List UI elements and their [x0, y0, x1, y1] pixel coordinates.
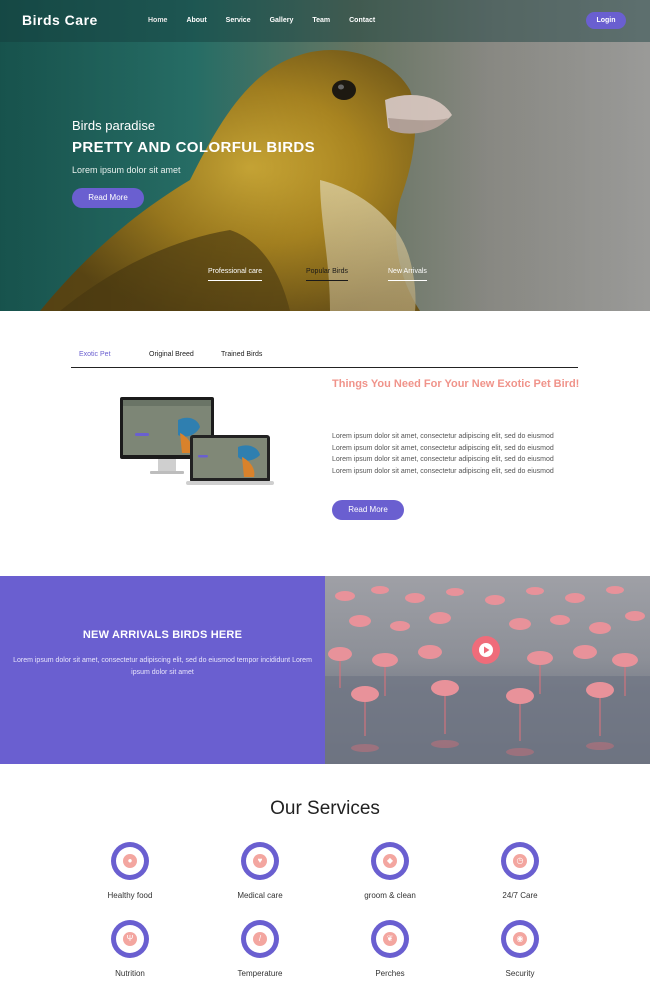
eye-icon: ◉	[513, 932, 527, 946]
play-video-button[interactable]	[472, 636, 500, 664]
navbar: Birds Care Home About Service Gallery Te…	[0, 0, 650, 42]
hero-description: Lorem ipsum dolor sit amet	[72, 165, 181, 175]
features-title: Things You Need For Your New Exotic Pet …	[332, 378, 580, 390]
nav-service[interactable]: Service	[226, 17, 251, 24]
service-label: Medical care	[237, 891, 283, 900]
cutlery-icon: Ψ	[123, 932, 137, 946]
service-medical-care[interactable]: ♥ Medical care	[210, 842, 310, 900]
flamingo-image	[325, 576, 650, 764]
features-read-more-button[interactable]: Read More	[332, 500, 404, 520]
apple-icon: ●	[123, 854, 137, 868]
leaf-icon: ❦	[383, 932, 397, 946]
service-24-7-care[interactable]: ◷ 24/7 Care	[470, 842, 570, 900]
hero-title: PRETTY AND COLORFUL BIRDS	[72, 139, 316, 156]
login-button[interactable]: Login	[586, 12, 626, 29]
hero-subtitle: Birds paradise	[72, 118, 156, 133]
hero-tab-new-arrivals[interactable]: New Arrivals	[388, 268, 427, 281]
service-label: Temperature	[237, 969, 283, 978]
service-circle[interactable]: ●	[111, 842, 149, 880]
service-circle[interactable]: Ψ	[111, 920, 149, 958]
hero-tab-popular-birds[interactable]: Popular Birds	[306, 268, 349, 281]
arrivals-title: NEW ARRIVALS BIRDS HERE	[82, 629, 243, 641]
service-perches[interactable]: ❦ Perches	[340, 920, 440, 978]
tab-exotic-pet[interactable]: Exotic Pet	[79, 351, 111, 358]
thermometer-icon: /	[253, 932, 267, 946]
service-healthy-food[interactable]: ● Healthy food	[80, 842, 180, 900]
service-circle[interactable]: ♥	[241, 842, 279, 880]
service-label: 24/7 Care	[502, 891, 538, 900]
service-label: Security	[505, 969, 535, 978]
nav-home[interactable]: Home	[148, 17, 167, 24]
feature-tabs: Exotic Pet Original Breed Trained Birds	[71, 351, 578, 368]
devices-mockup-image	[120, 397, 274, 485]
service-circle[interactable]: ◷	[501, 842, 539, 880]
service-circle[interactable]: ❦	[371, 920, 409, 958]
service-circle[interactable]: ◉	[501, 920, 539, 958]
nav-about[interactable]: About	[186, 17, 206, 24]
brand-logo[interactable]: Birds Care	[22, 12, 98, 28]
service-groom-clean[interactable]: ◆ groom & clean	[340, 842, 440, 900]
nav-contact[interactable]: Contact	[349, 17, 375, 24]
service-label: Healthy food	[107, 891, 153, 900]
nav-links: Home About Service Gallery Team Contact	[148, 17, 394, 24]
tab-original-breed[interactable]: Original Breed	[149, 351, 194, 358]
new-arrivals-section: NEW ARRIVALS BIRDS HERE Lorem ipsum dolo…	[0, 576, 325, 764]
nav-team[interactable]: Team	[312, 17, 330, 24]
features-text: Lorem ipsum dolor sit amet, consectetur …	[332, 433, 554, 475]
diamond-icon: ◆	[383, 854, 397, 868]
arrivals-text: Lorem ipsum dolor sit amet, consectetur …	[13, 657, 312, 676]
services-title: Our Services	[270, 798, 380, 819]
service-temperature[interactable]: / Temperature	[210, 920, 310, 978]
service-security[interactable]: ◉ Security	[470, 920, 570, 978]
hero-read-more-button[interactable]: Read More	[72, 188, 144, 208]
service-label: Nutrition	[115, 969, 145, 978]
clock-icon: ◷	[513, 854, 527, 868]
nav-gallery[interactable]: Gallery	[270, 17, 294, 24]
service-circle[interactable]: /	[241, 920, 279, 958]
service-label: groom & clean	[364, 891, 416, 900]
service-label: Perches	[375, 969, 405, 978]
flamingo-scene	[325, 586, 650, 764]
tab-trained-birds[interactable]: Trained Birds	[221, 351, 262, 358]
play-icon	[479, 643, 493, 657]
service-circle[interactable]: ◆	[371, 842, 409, 880]
hero-tab-professional-care[interactable]: Professional care	[208, 268, 263, 281]
heartbeat-icon: ♥	[253, 854, 267, 868]
service-nutrition[interactable]: Ψ Nutrition	[80, 920, 180, 978]
